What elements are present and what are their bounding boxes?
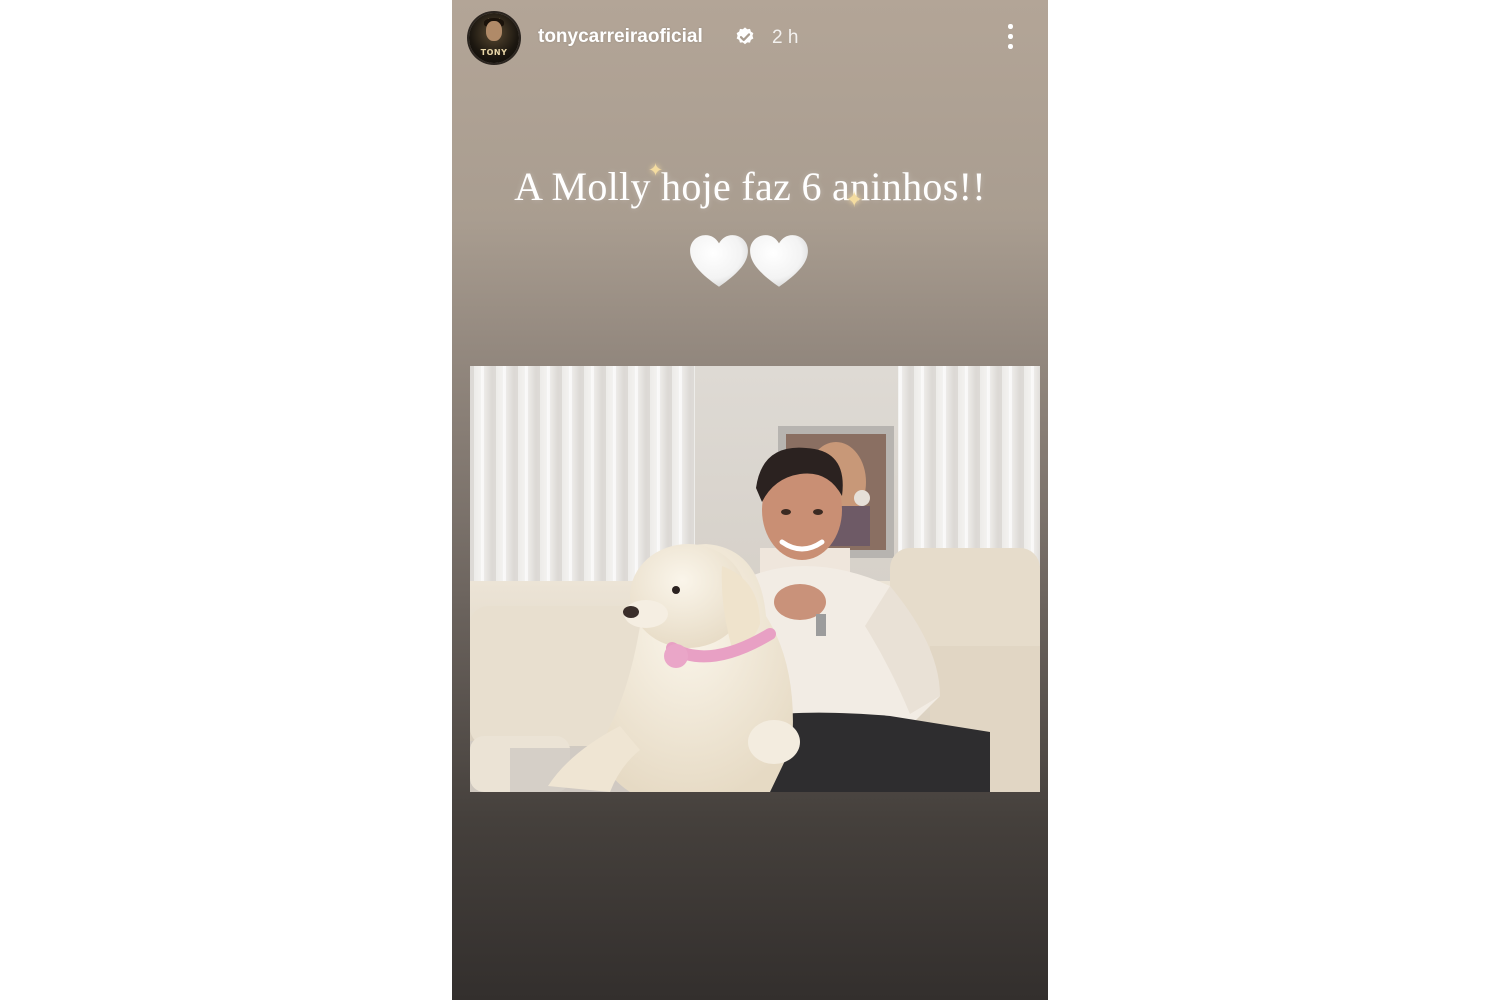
story-photo — [470, 366, 1040, 792]
verified-badge-icon — [736, 27, 754, 45]
sparkle-icon: ✦ — [845, 188, 864, 213]
avatar-label: TONY — [480, 48, 508, 57]
hearts-sticker — [688, 232, 812, 296]
post-time: 2 h — [772, 27, 799, 48]
story-caption: A Molly hoje faz 6 aninhos!! — [514, 164, 986, 209]
avatar[interactable]: •••• •••• TONY — [469, 13, 519, 63]
white-heart-icon — [750, 235, 808, 287]
story-header: •••• •••• TONY tonycarreiraoficial 2 h — [452, 0, 1048, 76]
story-viewer[interactable]: •••• •••• TONY tonycarreiraoficial 2 h A… — [452, 0, 1048, 1000]
sparkle-icon: ✦ — [648, 160, 664, 181]
white-heart-icon — [690, 235, 748, 287]
username-link[interactable]: tonycarreiraoficial — [538, 26, 703, 48]
photo-scene — [470, 366, 1040, 792]
more-options-icon[interactable] — [1000, 22, 1020, 52]
